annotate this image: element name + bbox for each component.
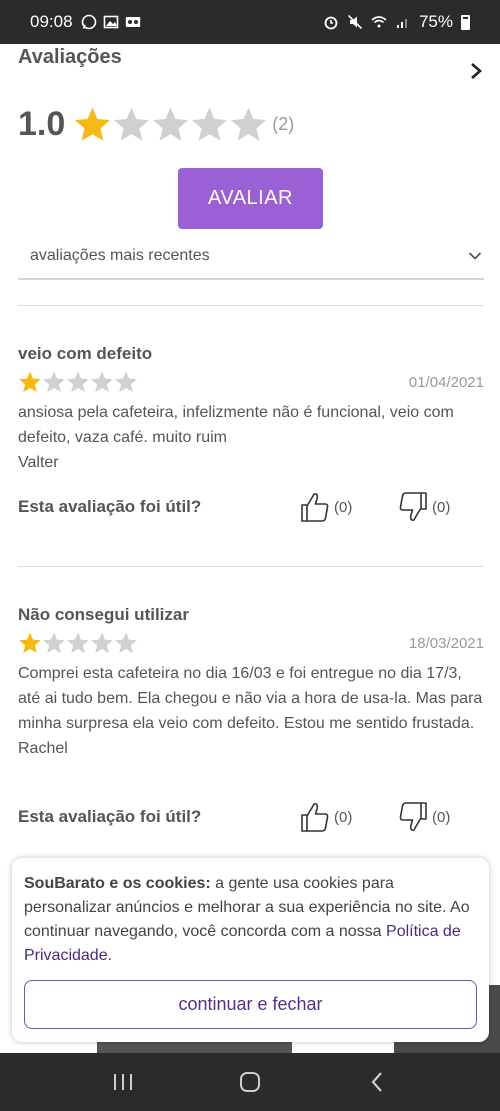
- review-body: Comprei esta cafeteira no dia 16/03 e fo…: [18, 665, 483, 732]
- star-empty-icon: [231, 106, 267, 141]
- rate-button[interactable]: AVALIAR: [178, 168, 323, 229]
- review-stars: [18, 631, 138, 655]
- rating-count: (2): [272, 113, 295, 134]
- nav-recents-button[interactable]: [103, 1062, 143, 1102]
- product-image: [97, 1040, 292, 1054]
- nav-back-icon: [371, 1072, 382, 1092]
- reviews-title: Avaliações: [18, 46, 122, 68]
- review-author: Valter: [18, 454, 59, 471]
- star-empty-icon: [91, 632, 113, 653]
- status-bar: 09:08 75%: [0, 0, 500, 44]
- battery-icon: [461, 14, 470, 30]
- vote-down-button[interactable]: (0): [398, 491, 450, 523]
- helpful-label: Esta avaliação foi útil?: [18, 807, 202, 826]
- rating-summary: 1.0 (2): [18, 102, 294, 146]
- vote-down-count: (0): [432, 808, 451, 826]
- cookie-accept-button[interactable]: continuar e fechar: [24, 980, 477, 1029]
- gallery-icon: [103, 15, 118, 29]
- system-nav-bar: [0, 1053, 500, 1111]
- vote-up-button[interactable]: (0): [300, 801, 352, 833]
- star-empty-icon: [43, 632, 65, 653]
- star-empty-icon: [114, 106, 150, 141]
- star-empty-icon: [115, 371, 137, 392]
- thumbs-down-icon: [399, 802, 427, 832]
- whatsapp-icon: [81, 14, 96, 30]
- review-title: veio com defeito: [18, 344, 153, 363]
- star-empty-icon: [43, 371, 65, 392]
- helpful-row: Esta avaliação foi útil? (0) (0): [18, 797, 484, 837]
- review-item: Não consegui utilizar 18/03/2021 Comprei…: [18, 605, 484, 840]
- thumbs-down-icon: [399, 492, 427, 522]
- vote-down-count: (0): [432, 498, 451, 516]
- star-empty-icon: [67, 632, 89, 653]
- review-item: veio com defeito 01/04/2021 ansiosa pela…: [18, 344, 484, 524]
- cookie-end: .: [107, 947, 113, 964]
- star-empty-icon: [153, 106, 189, 141]
- nav-back-button[interactable]: [357, 1062, 397, 1102]
- nav-home-button[interactable]: [230, 1062, 270, 1102]
- vote-up-count: (0): [334, 808, 353, 826]
- wifi-icon: [371, 16, 387, 28]
- review-date: 18/03/2021: [408, 634, 484, 652]
- divider: [18, 566, 484, 567]
- thumbs-up-icon: [301, 802, 329, 832]
- star-filled-icon: [19, 371, 41, 392]
- star-empty-icon: [115, 632, 137, 653]
- rating-stars: [73, 105, 268, 144]
- thumbs-up-icon: [301, 492, 329, 522]
- review-body: ansiosa pela cafeteira, infelizmente não…: [18, 404, 454, 446]
- voicemail-icon: [125, 17, 140, 27]
- star-filled-icon: [75, 106, 111, 141]
- star-empty-icon: [91, 371, 113, 392]
- sort-select[interactable]: avaliações mais recentes: [18, 234, 484, 280]
- signal-icon: [396, 19, 407, 28]
- divider: [18, 305, 484, 306]
- cookie-title: SouBarato e os cookies:: [24, 875, 211, 892]
- nav-recents-icon: [114, 1074, 133, 1090]
- review-author: Rachel: [18, 740, 68, 757]
- review-date: 01/04/2021: [408, 373, 484, 391]
- helpful-row: Esta avaliação foi útil? (0) (0): [18, 487, 484, 527]
- vote-up-button[interactable]: (0): [300, 491, 352, 523]
- review-title: Não consegui utilizar: [18, 605, 189, 624]
- chevron-right-icon[interactable]: [468, 62, 484, 80]
- review-stars: [18, 370, 138, 394]
- vote-up-count: (0): [334, 498, 353, 516]
- chevron-down-icon: [468, 252, 482, 260]
- star-filled-icon: [19, 632, 41, 653]
- rating-value: 1.0: [18, 104, 66, 143]
- vote-down-button[interactable]: (0): [398, 801, 450, 833]
- sort-select-label: avaliações mais recentes: [30, 247, 210, 264]
- cookie-text: SouBarato e os cookies: a gente usa cook…: [24, 872, 477, 968]
- helpful-label: Esta avaliação foi útil?: [18, 497, 202, 516]
- nav-home-icon: [239, 1072, 260, 1092]
- cookie-banner: SouBarato e os cookies: a gente usa cook…: [12, 858, 489, 1042]
- alarm-icon: [324, 16, 338, 30]
- mute-icon: [347, 14, 363, 30]
- star-empty-icon: [67, 371, 89, 392]
- status-time: 09:08: [30, 12, 73, 31]
- battery-percent: 75%: [418, 12, 453, 31]
- star-empty-icon: [192, 106, 228, 141]
